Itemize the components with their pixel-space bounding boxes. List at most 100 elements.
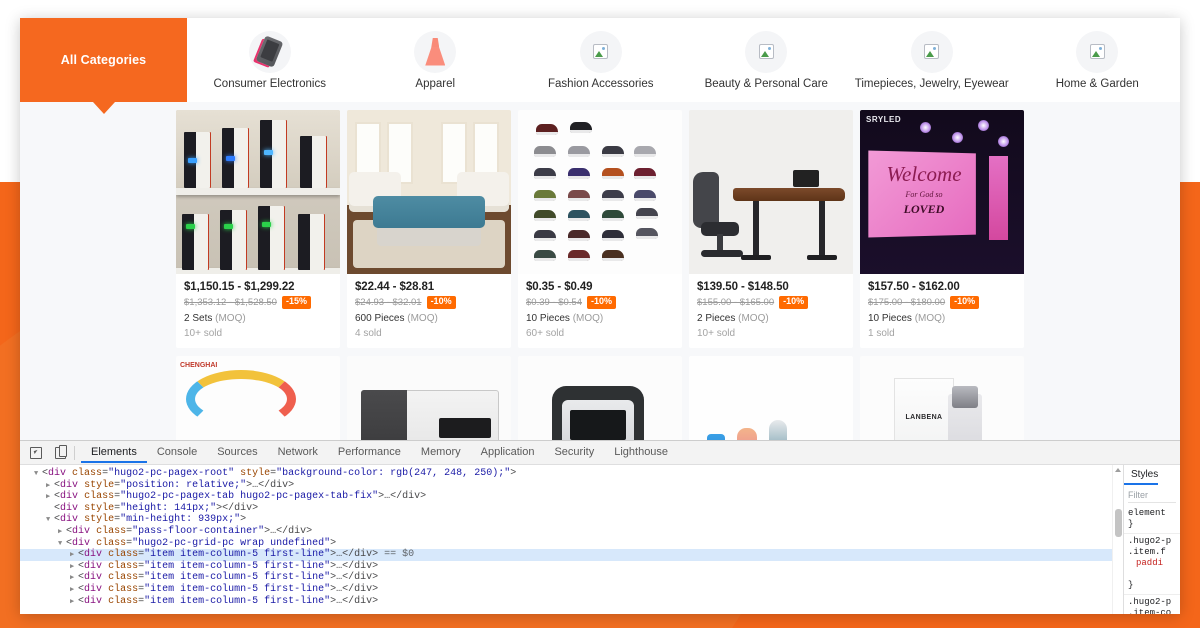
gym-brand-logo: CHENGHAI xyxy=(180,361,218,369)
product-moq: 10 Pieces (MOQ) xyxy=(526,313,674,324)
scrollbar-thumb[interactable] xyxy=(1115,509,1122,537)
toolbar-divider xyxy=(74,445,75,460)
dom-tree-line[interactable]: ▼ <div class="hugo2-pc-grid-pc wrap undef… xyxy=(20,538,1123,550)
all-categories-button[interactable]: All Categories xyxy=(20,18,187,114)
product-sold-count: 1 sold xyxy=(868,327,895,339)
product-card[interactable]: $1,150.15 - $1,299.22 $1,353.12 - $1,528… xyxy=(176,110,340,348)
moq-label: (MOQ) xyxy=(572,312,604,324)
category-label: Home & Garden xyxy=(1055,77,1139,90)
devtools-toolbar: Elements Console Sources Network Perform… xyxy=(20,441,1180,465)
product-price: $1,150.15 - $1,299.22 xyxy=(184,281,295,293)
product-old-price-row: $1,353.12 - $1,528.50 -15% xyxy=(184,296,332,309)
product-grid: $1,150.15 - $1,299.22 $1,353.12 - $1,528… xyxy=(176,110,1024,440)
devtools-panel: Elements Console Sources Network Perform… xyxy=(20,440,1180,614)
dom-tree-line[interactable]: ▶ <div style="position: relative;">…</div… xyxy=(20,480,1123,492)
dom-tree-line[interactable]: ▼ <div class="hugo2-pc-pagex-root" style=… xyxy=(20,468,1123,480)
product-old-price: $0.39 - $0.54 xyxy=(526,296,582,308)
product-card[interactable] xyxy=(689,355,853,440)
battery-rack-image xyxy=(176,110,340,274)
devtools-tab-performance[interactable]: Performance xyxy=(328,442,411,463)
discount-badge: -15% xyxy=(281,296,311,309)
moq-label: (MOQ) xyxy=(914,312,946,324)
tumbler-bottles-image xyxy=(689,355,853,440)
dom-tree-line[interactable]: ▶ <div class="pass-floor-container">…</di… xyxy=(20,526,1123,538)
product-card[interactable]: Welcome For God so LOVED SRYLED $157.50 … xyxy=(860,110,1024,348)
product-card[interactable]: LANBENA xyxy=(860,355,1024,440)
product-thumbnail[interactable] xyxy=(518,355,682,440)
product-thumbnail[interactable]: LANBENA xyxy=(860,355,1024,440)
expand-arrow-icon[interactable]: ▶ xyxy=(70,597,78,609)
product-card[interactable]: $22.44 - $28.81 $24.93 - $32.01 -10% 600… xyxy=(347,110,511,348)
dom-tree-scrollbar[interactable] xyxy=(1112,465,1123,614)
product-sold-count: 10+ sold xyxy=(184,327,223,339)
product-card[interactable]: CHENGHAI xyxy=(176,355,340,440)
led-line-3: LOVED xyxy=(903,202,945,216)
moq-label: (MOQ) xyxy=(407,312,438,324)
sneakers-grid-image xyxy=(518,110,682,274)
product-card[interactable]: $139.50 - $148.50 $155.00 - $165.00 -10%… xyxy=(689,110,853,348)
styles-rules-list: element} .hugo2-p .item.f paddi} .hugo2-p .it… xyxy=(1124,506,1180,614)
dom-tree-line[interactable]: ▶ <div class="item item-column-5 first-li… xyxy=(20,584,1123,596)
devtools-tab-application[interactable]: Application xyxy=(471,442,545,463)
all-categories-notch xyxy=(92,102,115,114)
product-thumbnail[interactable] xyxy=(347,110,511,274)
product-thumbnail[interactable]: Welcome For God so LOVED SRYLED xyxy=(860,110,1024,274)
product-old-price-row: $0.39 - $0.54 -10% xyxy=(526,296,674,309)
broken-image-icon xyxy=(745,30,788,73)
dom-tree-line[interactable]: ▶ <div class="item item-column-5 first-li… xyxy=(20,561,1123,573)
devtools-tab-console[interactable]: Console xyxy=(147,442,207,463)
discount-badge: -10% xyxy=(587,296,617,309)
led-line-2: For God so xyxy=(905,190,943,199)
devtools-tab-network[interactable]: Network xyxy=(268,442,328,463)
dom-tree-line[interactable]: ▶ <div class="item item-column-5 first-li… xyxy=(20,572,1123,584)
standing-desk-image xyxy=(689,110,853,274)
dom-tree-pane[interactable]: ▼ <div class="hugo2-pc-pagex-root" style=… xyxy=(20,465,1123,614)
devtools-tab-lighthouse[interactable]: Lighthouse xyxy=(604,442,678,463)
product-thumbnail[interactable] xyxy=(689,110,853,274)
devtools-tab-elements[interactable]: Elements xyxy=(81,442,147,463)
dom-tree-line[interactable]: ▼ <div style="min-height: 939px;"> xyxy=(20,514,1123,526)
devtools-tab-security[interactable]: Security xyxy=(544,442,604,463)
product-card[interactable]: $0.35 - $0.49 $0.39 - $0.54 -10% 10 Piec… xyxy=(518,110,682,348)
product-card[interactable] xyxy=(518,355,682,440)
product-card[interactable] xyxy=(347,355,511,440)
style-rule[interactable]: .hugo2-p.item-cowidth xyxy=(1124,595,1180,614)
category-item-home-garden[interactable]: Home & Garden xyxy=(1015,18,1181,102)
product-info: $0.35 - $0.49 $0.39 - $0.54 -10% 10 Piec… xyxy=(518,274,682,348)
led-welcome-screen-image: Welcome For God so LOVED SRYLED xyxy=(860,110,1024,274)
lanbena-serum-image: LANBENA xyxy=(860,355,1024,440)
moq-qty: 600 Pieces xyxy=(355,312,405,324)
product-thumbnail[interactable] xyxy=(518,110,682,274)
devtools-tab-memory[interactable]: Memory xyxy=(411,442,471,463)
category-item-timepieces-jewelry-eyewear[interactable]: Timepieces, Jewelry, Eyewear xyxy=(849,18,1015,102)
baby-play-gym-image: CHENGHAI xyxy=(176,355,340,440)
category-item-beauty-personal-care[interactable]: Beauty & Personal Care xyxy=(684,18,850,102)
style-rule[interactable]: element} xyxy=(1124,506,1180,534)
styles-tab[interactable]: Styles xyxy=(1124,465,1159,485)
category-item-fashion-accessories[interactable]: Fashion Accessories xyxy=(518,18,684,102)
page-viewport: All Categories Consumer Electronics Appa… xyxy=(20,18,1180,440)
dom-tree-line[interactable]: ··· ▶<div class="item item-column-5 firs… xyxy=(20,549,1123,561)
devtools-tab-sources[interactable]: Sources xyxy=(207,442,267,463)
broken-image-icon xyxy=(1076,30,1119,73)
product-thumbnail[interactable]: CHENGHAI xyxy=(176,355,340,440)
scroll-up-arrow-icon[interactable] xyxy=(1115,468,1121,472)
styles-filter-input[interactable]: Filter xyxy=(1128,490,1176,503)
product-info: $1,150.15 - $1,299.22 $1,353.12 - $1,528… xyxy=(176,274,340,348)
dom-tree-line[interactable]: <div style="height: 141px;"></div> xyxy=(20,503,1123,515)
dom-tree-line[interactable]: ▶ <div class="hugo2-pc-pagex-tab hugo2-pc… xyxy=(20,491,1123,503)
dom-tree-line[interactable]: ▶ <div class="item item-column-5 first-li… xyxy=(20,596,1123,608)
product-moq: 2 Sets (MOQ) xyxy=(184,313,332,324)
product-thumbnail[interactable] xyxy=(347,355,511,440)
product-info: $139.50 - $148.50 $155.00 - $165.00 -10%… xyxy=(689,274,853,348)
category-item-apparel[interactable]: Apparel xyxy=(353,18,519,102)
led-brand-logo: SRYLED xyxy=(866,115,902,124)
dom-tree-lines: ▼ <div class="hugo2-pc-pagex-root" style=… xyxy=(20,468,1123,607)
product-thumbnail[interactable] xyxy=(176,110,340,274)
inspect-element-icon[interactable] xyxy=(24,442,48,464)
category-item-consumer-electronics[interactable]: Consumer Electronics xyxy=(187,18,353,102)
style-rule[interactable]: .hugo2-p .item.f paddi} xyxy=(1124,534,1180,595)
device-toolbar-icon[interactable] xyxy=(48,442,72,464)
product-thumbnail[interactable] xyxy=(689,355,853,440)
serum-brand-logo: LANBENA xyxy=(905,413,943,421)
